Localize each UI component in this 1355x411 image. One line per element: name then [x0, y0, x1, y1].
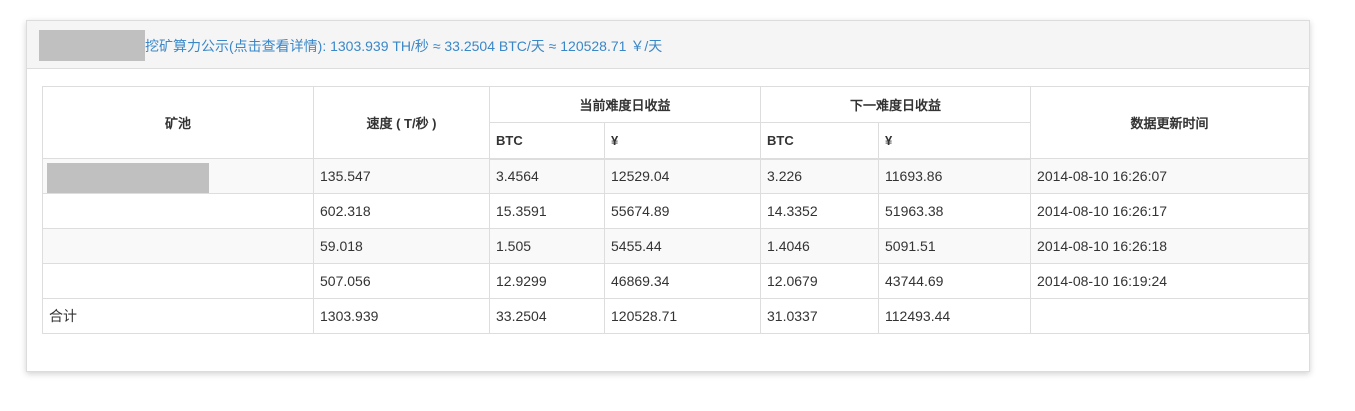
speed-cell: 602.318	[313, 193, 490, 229]
total-current-cny-cell: 120528.71	[603, 298, 762, 334]
pool-table: 矿池 速度 ( T/秒 ) 当前难度日收益 下一难度日收益 数据更新时间 BTC…	[42, 86, 1310, 334]
current-cny-cell: 55674.89	[603, 193, 762, 229]
next-cny-cell: 11693.86	[878, 158, 1032, 194]
current-cny-cell: 46869.34	[603, 263, 762, 299]
col-header-current-cny: ¥	[603, 122, 762, 160]
speed-cell: 59.018	[313, 228, 490, 264]
speed-cell: 135.547	[313, 158, 490, 194]
col-header-current-difficulty: 当前难度日收益	[488, 86, 762, 123]
table-row: 59.018 1.505 5455.44 1.4046 5091.51 2014…	[42, 228, 1310, 264]
col-header-current-btc: BTC	[489, 122, 605, 160]
total-next-btc-cell: 31.0337	[760, 298, 880, 334]
table-header-row: 矿池 速度 ( T/秒 ) 当前难度日收益 下一难度日收益 数据更新时间	[42, 86, 1310, 159]
total-speed-cell: 1303.939	[313, 298, 490, 334]
updated-cell: 2014-08-10 16:26:07	[1030, 158, 1310, 194]
total-next-cny-cell: 112493.44	[878, 298, 1032, 334]
hashrate-summary-link[interactable]: 挖矿算力公示(点击查看详情): 1303.939 TH/秒 ≈ 33.2504 …	[145, 36, 662, 56]
current-btc-cell: 1.505	[489, 228, 605, 264]
col-header-next-difficulty: 下一难度日收益	[760, 86, 1032, 123]
col-header-next-cny: ¥	[878, 122, 1032, 160]
pool-name-cell	[42, 228, 314, 264]
current-btc-cell: 12.9299	[489, 263, 605, 299]
current-cny-cell: 12529.04	[603, 158, 762, 194]
table-row: 507.056 12.9299 46869.34 12.0679 43744.6…	[42, 263, 1310, 299]
updated-cell: 2014-08-10 16:26:18	[1030, 228, 1310, 264]
redacted-block	[39, 30, 145, 61]
table-total-row: 合计 1303.939 33.2504 120528.71 31.0337 11…	[42, 298, 1310, 334]
next-btc-cell: 3.226	[760, 158, 880, 194]
panel-header: 挖矿算力公示(点击查看详情): 1303.939 TH/秒 ≈ 33.2504 …	[27, 21, 1309, 69]
col-header-speed: 速度 ( T/秒 )	[313, 86, 490, 159]
current-btc-cell: 3.4564	[489, 158, 605, 194]
next-cny-cell: 51963.38	[878, 193, 1032, 229]
col-header-next-btc: BTC	[760, 122, 880, 160]
pool-name-cell	[42, 193, 314, 229]
next-cny-cell: 5091.51	[878, 228, 1032, 264]
pool-table-wrap: 矿池 速度 ( T/秒 ) 当前难度日收益 下一难度日收益 数据更新时间 BTC…	[42, 86, 1310, 334]
next-btc-cell: 14.3352	[760, 193, 880, 229]
speed-cell: 507.056	[313, 263, 490, 299]
next-cny-cell: 43744.69	[878, 263, 1032, 299]
next-btc-cell: 1.4046	[760, 228, 880, 264]
hashrate-panel: 挖矿算力公示(点击查看详情): 1303.939 TH/秒 ≈ 33.2504 …	[26, 20, 1310, 372]
current-cny-cell: 5455.44	[603, 228, 762, 264]
total-current-btc-cell: 33.2504	[489, 298, 605, 334]
total-updated-cell	[1030, 298, 1310, 334]
pool-name-cell	[42, 263, 314, 299]
updated-cell: 2014-08-10 16:26:17	[1030, 193, 1310, 229]
pool-name-cell	[42, 158, 314, 194]
table-row: 602.318 15.3591 55674.89 14.3352 51963.3…	[42, 193, 1310, 229]
next-btc-cell: 12.0679	[760, 263, 880, 299]
current-btc-cell: 15.3591	[489, 193, 605, 229]
table-row: 135.547 3.4564 12529.04 3.226 11693.86 2…	[42, 158, 1310, 194]
col-header-updated: 数据更新时间	[1030, 86, 1310, 159]
col-header-pool: 矿池	[42, 86, 314, 159]
redacted-block	[47, 163, 209, 193]
total-label-cell: 合计	[42, 298, 314, 334]
updated-cell: 2014-08-10 16:19:24	[1030, 263, 1310, 299]
